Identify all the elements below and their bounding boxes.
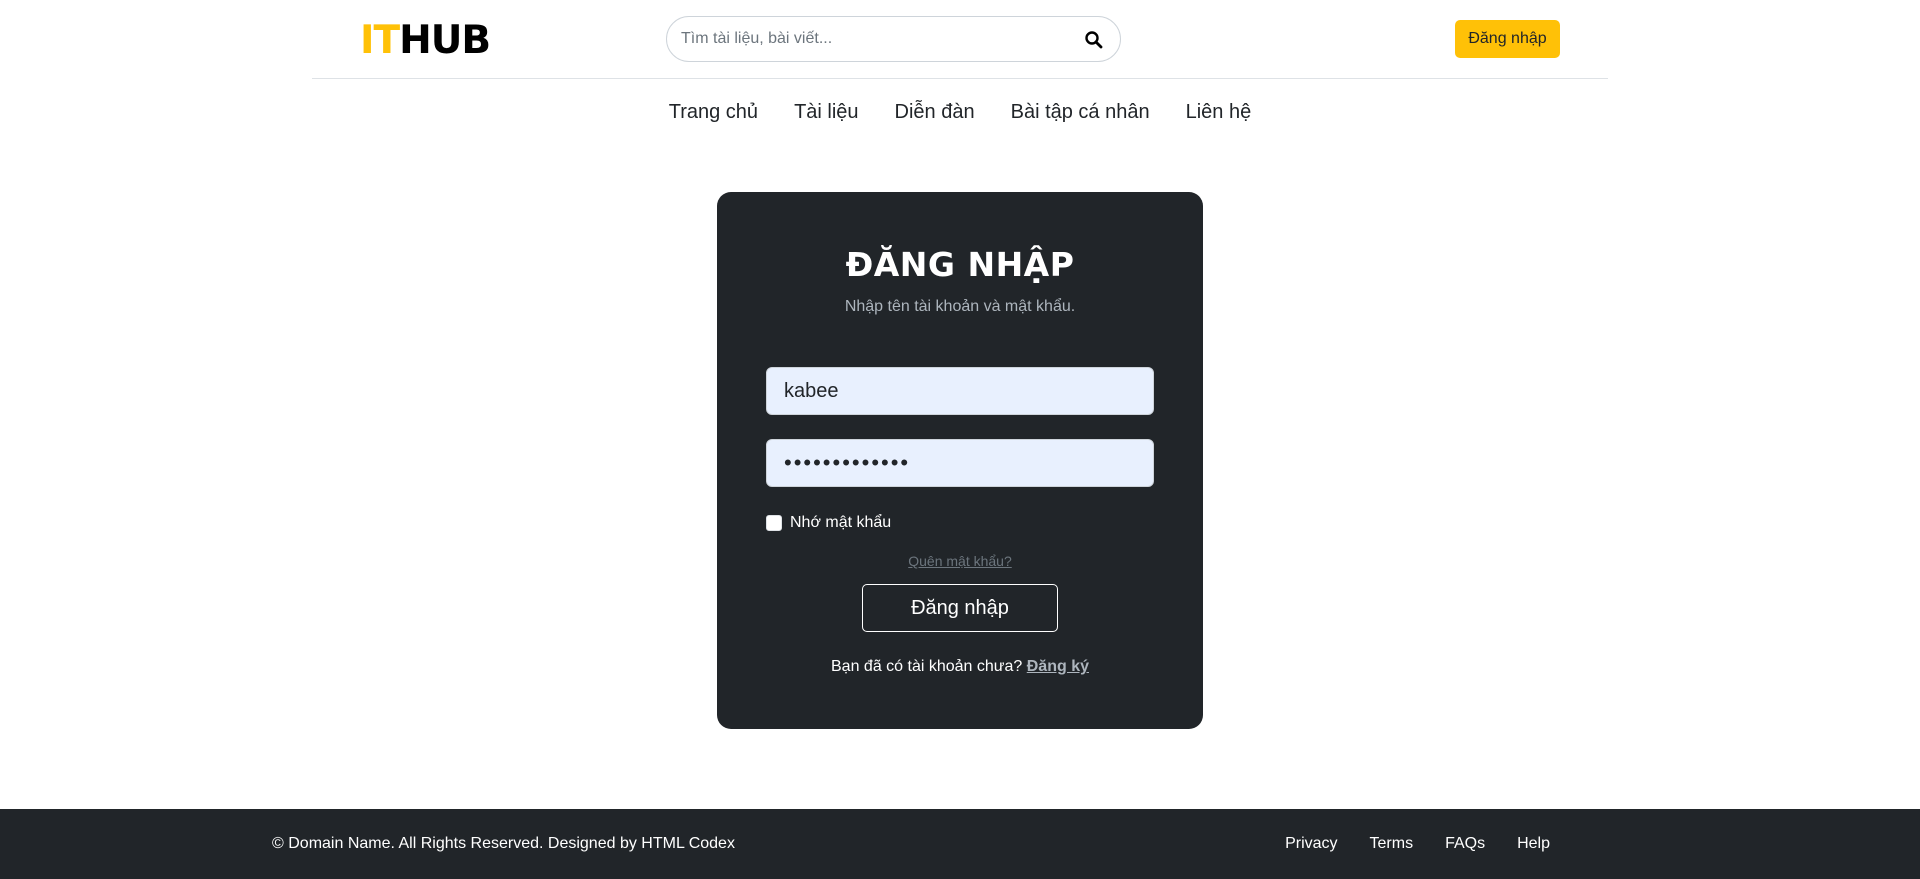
remember-label: Nhớ mật khẩu	[790, 514, 892, 531]
remember-checkbox[interactable]: Nhớ mật khẩu	[766, 514, 891, 532]
footer-link-help[interactable]: Help	[1517, 835, 1550, 853]
password-field[interactable]	[766, 439, 1154, 487]
register-link[interactable]: Đăng ký	[1027, 658, 1089, 675]
register-prompt: Bạn đã có tài khoản chưa?	[831, 658, 1023, 675]
footer-link-faqs[interactable]: FAQs	[1445, 835, 1485, 853]
footer-links: Privacy Terms FAQs Help	[1253, 835, 1550, 853]
login-title: ĐĂNG NHẬP	[845, 245, 1075, 284]
register-line: Bạn đã có tài khoản chưa? Đăng ký	[717, 658, 1203, 676]
nav-item-home[interactable]: Trang chủ	[651, 98, 776, 126]
footer-link-privacy[interactable]: Privacy	[1285, 835, 1337, 853]
main-nav: Trang chủ Tài liệu Diễn đàn Bài tập cá n…	[0, 98, 1920, 126]
search-input[interactable]	[681, 17, 1071, 61]
logo-hub: HUB	[399, 18, 491, 63]
checkbox-box[interactable]	[766, 515, 782, 531]
search-icon[interactable]	[1084, 30, 1104, 50]
login-subtitle: Nhập tên tài khoản và mật khẩu.	[844, 298, 1076, 315]
header: ITHUB Đăng nhập	[312, 0, 1608, 79]
nav-item-forum[interactable]: Diễn đàn	[877, 98, 993, 126]
forgot-password-link[interactable]: Quên mật khẩu?	[717, 553, 1203, 569]
footer-link-terms[interactable]: Terms	[1370, 835, 1414, 853]
logo[interactable]: ITHUB	[360, 18, 491, 64]
logo-it: IT	[360, 18, 400, 63]
copyright-text: © Domain Name. All Rights Reserved. Desi…	[272, 835, 735, 852]
page: ITHUB Đăng nhập Trang chủ Tài liệu Diễn …	[0, 0, 1920, 879]
username-field[interactable]	[766, 367, 1154, 415]
nav-item-documents[interactable]: Tài liệu	[776, 98, 876, 126]
footer: © Domain Name. All Rights Reserved. Desi…	[0, 809, 1920, 879]
login-card: ĐĂNG NHẬP Nhập tên tài khoản và mật khẩu…	[717, 192, 1203, 729]
search-bar	[666, 16, 1121, 62]
login-submit-button[interactable]: Đăng nhập	[862, 584, 1058, 632]
nav-item-assignments[interactable]: Bài tập cá nhân	[993, 98, 1168, 126]
nav-item-contact[interactable]: Liên hệ	[1168, 98, 1270, 126]
header-login-button[interactable]: Đăng nhập	[1455, 20, 1560, 58]
